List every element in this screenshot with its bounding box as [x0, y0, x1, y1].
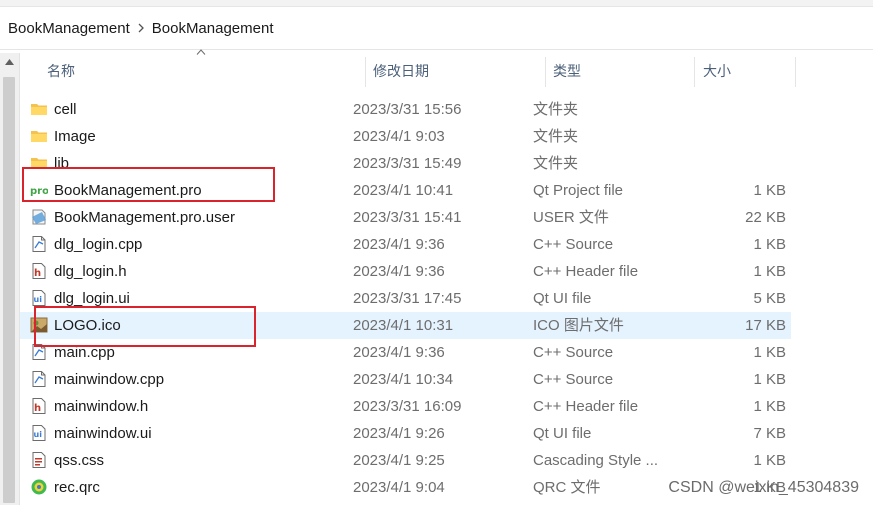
qrc-file-icon: [30, 478, 48, 496]
header-file-icon: h: [30, 397, 48, 415]
file-row[interactable]: Image 2023/4/1 9:03 文件夹: [20, 123, 791, 150]
file-type: C++ Header file: [533, 263, 639, 280]
file-row[interactable]: ui mainwindow.ui 2023/4/1 9:26 Qt UI file 7 …: [20, 420, 791, 447]
file-type: 文件夹: [533, 128, 579, 145]
file-date: 2023/4/1 10:34: [353, 371, 454, 388]
ui-file-icon: ui: [30, 289, 48, 307]
file-name: BookManagement.pro.user: [54, 209, 235, 226]
column-header: 名称 修改日期 类型 大小: [20, 49, 873, 89]
file-date: 2023/4/1 10:41: [353, 182, 454, 199]
file-type: 文件夹: [533, 101, 579, 118]
column-divider[interactable]: [365, 57, 366, 87]
svg-text:h: h: [34, 268, 41, 279]
file-row[interactable]: BookManagement.pro.user 2023/3/31 15:41 US…: [20, 204, 791, 231]
svg-text:h: h: [34, 403, 41, 414]
file-size: 1 KB: [753, 263, 786, 280]
file-size: 1 KB: [753, 344, 786, 361]
file-row[interactable]: dlg_login.cpp 2023/4/1 9:36 C++ Source 1 KB: [20, 231, 791, 258]
file-date: 2023/4/1 9:36: [353, 263, 445, 280]
file-date: 2023/3/31 16:09: [353, 398, 462, 415]
file-row[interactable]: qss.css 2023/4/1 9:25 Cascading Style ... 1…: [20, 447, 791, 474]
file-type: C++ Source: [533, 344, 614, 361]
file-row[interactable]: mainwindow.cpp 2023/4/1 10:34 C++ Source 1 …: [20, 366, 791, 393]
highlight-box-ico: [34, 306, 256, 347]
file-date: 2023/4/1 9:25: [353, 452, 445, 469]
file-date: 2023/3/31 15:41: [353, 209, 462, 226]
scroll-up-icon[interactable]: [2, 55, 17, 70]
cpp-file-icon: [30, 370, 48, 388]
file-date: 2023/4/1 9:03: [353, 128, 445, 145]
breadcrumb-item-1[interactable]: BookManagement: [8, 20, 130, 37]
vertical-scrollbar[interactable]: [0, 53, 20, 505]
file-size: 1 KB: [753, 398, 786, 415]
file-date: 2023/3/31 17:45: [353, 290, 462, 307]
file-name: qss.css: [54, 452, 105, 469]
folder-icon: [30, 127, 48, 145]
file-type: ICO 图片文件: [533, 317, 624, 334]
watermark: CSDN @weixin_45304839: [668, 479, 859, 496]
highlight-box-pro: [22, 167, 275, 202]
file-size: 22 KB: [745, 209, 786, 226]
file-type: Qt Project file: [533, 182, 624, 199]
column-header-date[interactable]: 修改日期: [373, 53, 429, 89]
column-header-type[interactable]: 类型: [553, 53, 581, 89]
scrollbar-thumb[interactable]: [3, 77, 15, 503]
chevron-right-icon[interactable]: [134, 21, 148, 36]
file-type: Qt UI file: [533, 425, 592, 442]
file-name: mainwindow.ui: [54, 425, 152, 442]
file-type: 文件夹: [533, 155, 579, 172]
file-size: 7 KB: [753, 425, 786, 442]
cpp-file-icon: [30, 235, 48, 253]
file-name: dlg_login.cpp: [54, 236, 143, 253]
file-date: 2023/3/31 15:56: [353, 101, 462, 118]
css-file-icon: [30, 451, 48, 469]
file-date: 2023/4/1 9:36: [353, 236, 445, 253]
sort-ascending-icon: [196, 47, 206, 58]
file-type: Qt UI file: [533, 290, 592, 307]
file-size: 17 KB: [745, 317, 786, 334]
file-type: C++ Source: [533, 236, 614, 253]
ui-file-icon: ui: [30, 424, 48, 442]
file-size: 1 KB: [753, 236, 786, 253]
column-divider[interactable]: [795, 57, 796, 87]
svg-text:ui: ui: [34, 430, 43, 439]
file-name: dlg_login.h: [54, 263, 127, 280]
file-row[interactable]: cell 2023/3/31 15:56 文件夹: [20, 96, 791, 123]
file-name: mainwindow.h: [54, 398, 149, 415]
folder-icon: [30, 100, 48, 118]
file-name: rec.qrc: [54, 479, 100, 496]
file-size: 1 KB: [753, 371, 786, 388]
file-date: 2023/4/1 9:26: [353, 425, 445, 442]
file-size: 1 KB: [753, 452, 786, 469]
file-date: 2023/4/1 9:04: [353, 479, 445, 496]
file-name: mainwindow.cpp: [54, 371, 165, 388]
file-date: 2023/4/1 9:36: [353, 344, 445, 361]
window-top-strip: [0, 0, 873, 7]
header-file-icon: h: [30, 262, 48, 280]
file-type: C++ Source: [533, 371, 614, 388]
file-type: Cascading Style ...: [533, 452, 659, 469]
column-header-size[interactable]: 大小: [703, 53, 731, 89]
file-type: C++ Header file: [533, 398, 639, 415]
file-name: Image: [54, 128, 96, 145]
column-divider[interactable]: [694, 57, 695, 87]
file-size: 5 KB: [753, 290, 786, 307]
file-type: QRC 文件: [533, 479, 601, 496]
user-file-icon: [30, 208, 48, 226]
breadcrumb-item-2[interactable]: BookManagement: [152, 20, 274, 37]
file-size: 1 KB: [753, 182, 786, 199]
file-type: USER 文件: [533, 209, 609, 226]
file-row[interactable]: h mainwindow.h 2023/3/31 16:09 C++ Header f…: [20, 393, 791, 420]
file-name: cell: [54, 101, 77, 118]
file-row[interactable]: h dlg_login.h 2023/4/1 9:36 C++ Header file…: [20, 258, 791, 285]
column-header-name[interactable]: 名称: [47, 53, 75, 89]
file-date: 2023/4/1 10:31: [353, 317, 454, 334]
file-date: 2023/3/31 15:49: [353, 155, 462, 172]
svg-text:ui: ui: [34, 295, 43, 304]
breadcrumb: BookManagement BookManagement: [0, 7, 873, 50]
column-divider[interactable]: [545, 57, 546, 87]
